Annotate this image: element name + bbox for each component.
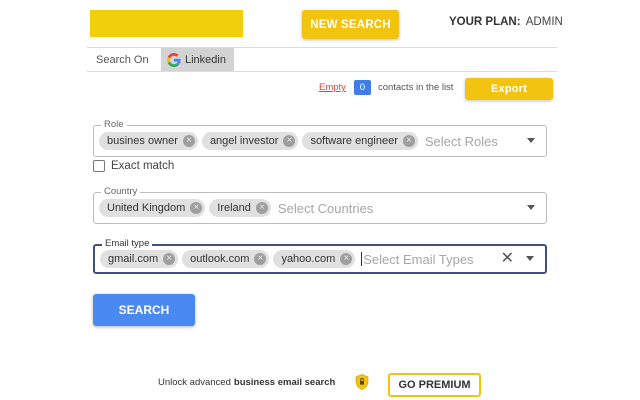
exact-match-checkbox[interactable] [93, 160, 105, 172]
plan-indicator: YOUR PLAN: ADMIN [449, 16, 563, 28]
go-premium-button[interactable]: GO PREMIUM [388, 373, 481, 397]
premium-bold-text: business email search [233, 376, 336, 388]
clear-icon[interactable]: ✕ [501, 250, 514, 268]
country-chip-label: Ireland [217, 202, 251, 214]
plan-value: ADMIN [525, 16, 563, 28]
chevron-down-icon[interactable] [526, 256, 534, 261]
role-chips: busines owner × angel investor × software … [99, 126, 498, 156]
email-type-chip-label: gmail.com [108, 253, 159, 265]
contacts-count-badge: 0 [353, 80, 371, 95]
email-type-select[interactable]: Email type gmail.com × outlook.com × yahoo… [93, 238, 547, 274]
country-placeholder[interactable]: Select Countries [278, 201, 373, 216]
tab-linkedin-label: Linkedin [185, 53, 226, 66]
source-tab-bar: Search On Linkedin [87, 48, 234, 71]
chevron-down-icon[interactable] [527, 205, 535, 210]
email-type-chip-label: outlook.com [190, 253, 250, 265]
role-chip-label: busines owner [107, 135, 178, 147]
plan-label: YOUR PLAN: [449, 16, 521, 28]
brand-logo [90, 10, 243, 37]
contacts-text: contacts in the list [377, 82, 454, 93]
role-chip: angel investor × [201, 132, 299, 150]
email-type-placeholder[interactable]: Select Email Types [363, 252, 473, 267]
country-select[interactable]: Country United Kingdom × Ireland × Select … [93, 186, 547, 224]
exact-match-label: Exact match [111, 160, 175, 172]
remove-chip-icon[interactable]: × [283, 135, 296, 147]
role-chip: software engineer × [302, 132, 418, 150]
premium-promo: Unlock advanced business email search [158, 374, 389, 390]
premium-text: Unlock advanced [158, 376, 231, 388]
email-type-chip: outlook.com × [182, 250, 270, 268]
remove-chip-icon[interactable]: × [402, 135, 415, 147]
role-chip-label: software engineer [310, 135, 398, 147]
country-chips: United Kingdom × Ireland × Select Countrie… [99, 193, 373, 223]
country-chip-label: United Kingdom [107, 202, 186, 214]
shield-icon [355, 374, 369, 390]
divider [87, 71, 557, 72]
role-chip: busines owner × [99, 132, 198, 150]
empty-list-link[interactable]: Empty [319, 82, 346, 93]
remove-chip-icon[interactable]: × [190, 202, 203, 214]
email-type-chip: yahoo.com × [273, 250, 356, 268]
text-cursor [361, 252, 363, 266]
remove-chip-icon[interactable]: × [254, 253, 267, 265]
search-on-label: Search On [96, 53, 149, 66]
remove-chip-icon[interactable]: × [182, 135, 195, 147]
email-type-chip-label: yahoo.com [281, 253, 336, 265]
exact-match-option[interactable]: Exact match [93, 160, 174, 172]
country-chip: Ireland × [209, 199, 271, 217]
contacts-status: Empty 0 contacts in the list [319, 80, 453, 95]
email-type-chip: gmail.com × [100, 250, 179, 268]
role-placeholder[interactable]: Select Roles [425, 134, 498, 149]
remove-chip-icon[interactable]: × [163, 253, 176, 265]
email-type-chips: gmail.com × outlook.com × yahoo.com × Selec… [100, 246, 474, 272]
role-select[interactable]: Role busines owner × angel investor × soft… [93, 119, 547, 157]
new-search-button[interactable]: NEW SEARCH [302, 10, 399, 39]
remove-chip-icon[interactable]: × [340, 253, 353, 265]
chevron-down-icon[interactable] [527, 138, 535, 143]
search-button[interactable]: SEARCH [93, 294, 195, 326]
country-chip: United Kingdom × [99, 199, 206, 217]
remove-chip-icon[interactable]: × [255, 202, 268, 214]
export-button[interactable]: Export [465, 78, 553, 100]
role-chip-label: angel investor [209, 135, 279, 147]
google-icon [167, 52, 181, 67]
tab-linkedin[interactable]: Linkedin [161, 48, 234, 71]
